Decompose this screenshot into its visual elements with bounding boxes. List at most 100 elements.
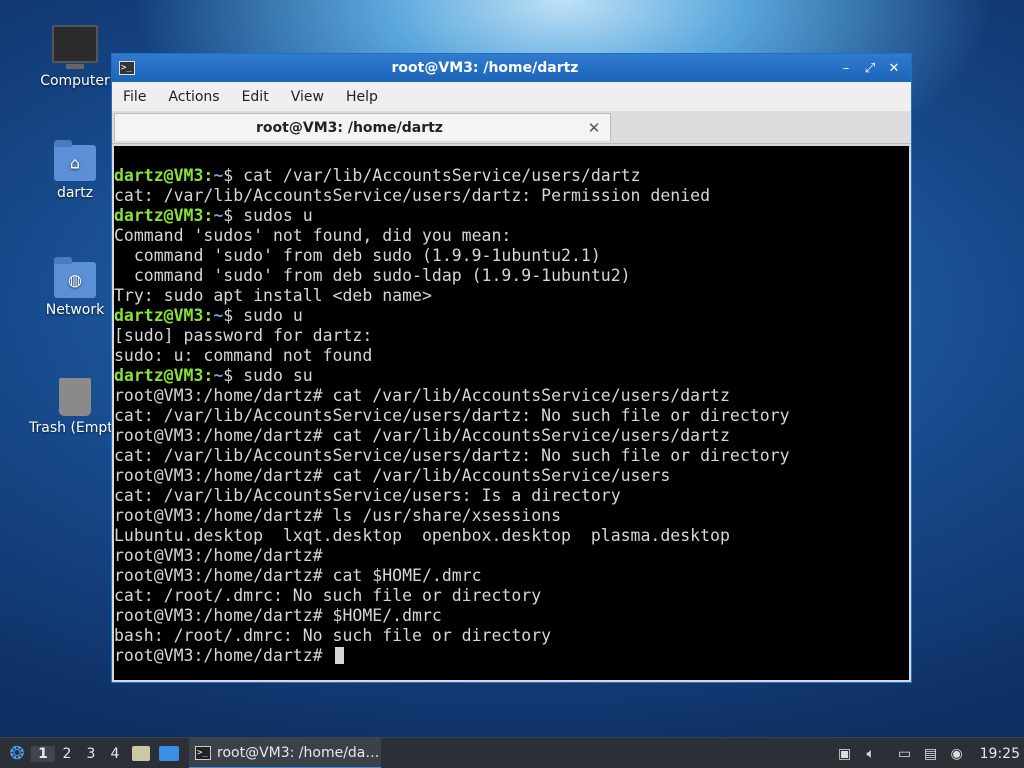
output-text: root@VM3:/home/dartz# cat /var/lib/Accou…	[114, 386, 730, 405]
close-button[interactable]: ✕	[883, 61, 905, 76]
terminal-line: Lubuntu.desktop lxqt.desktop openbox.des…	[114, 526, 909, 546]
menu-actions[interactable]: Actions	[157, 89, 230, 105]
prompt-user: dartz@VM3:	[114, 366, 214, 385]
output-text: cat: /var/lib/AccountsService/users: Is …	[114, 486, 621, 505]
file-manager-launcher[interactable]	[129, 742, 153, 766]
prompt-path: ~	[213, 306, 224, 325]
menu-view[interactable]: View	[280, 89, 335, 105]
menu-file[interactable]: File	[112, 89, 157, 105]
output-text: cat: /var/lib/AccountsService/users/dart…	[114, 186, 711, 205]
network-folder-icon: ◍	[54, 257, 96, 298]
terminal-line: root@VM3:/home/dartz# ls /usr/share/xses…	[114, 506, 909, 526]
maximize-button[interactable]: ⤢	[859, 61, 881, 76]
terminal-line: sudo: u: command not found	[114, 346, 909, 366]
show-desktop-button[interactable]	[157, 742, 181, 766]
lubuntu-logo-icon: ❂	[9, 743, 25, 764]
window-title: root@VM3: /home/dartz	[391, 60, 579, 76]
output-text: root@VM3:/home/dartz# $HOME/.dmrc	[114, 606, 442, 625]
menu-edit[interactable]: Edit	[231, 89, 280, 105]
output-text: root@VM3:/home/dartz# cat /var/lib/Accou…	[114, 466, 671, 485]
output-text: Lubuntu.desktop lxqt.desktop openbox.des…	[114, 526, 730, 545]
clock[interactable]: 19:25	[980, 746, 1020, 762]
terminal-line: cat: /var/lib/AccountsService/users/dart…	[114, 186, 909, 206]
start-menu-button[interactable]: ❂	[3, 740, 31, 768]
home-folder-icon: ⌂	[54, 140, 96, 181]
menu-bar: File Actions Edit View Help	[112, 82, 911, 111]
output-text: command 'sudo' from deb sudo-ldap (1.9.9…	[114, 266, 631, 285]
prompt-symbol: $	[223, 366, 244, 385]
output-text: bash: /root/.dmrc: No such file or direc…	[114, 626, 552, 645]
clipboard-icon[interactable]: ▣	[832, 746, 858, 762]
tab-label: root@VM3: /home/dartz	[256, 119, 443, 136]
terminal-window[interactable]: >_ root@VM3: /home/dartz – ⤢ ✕ File Acti…	[111, 53, 912, 683]
workspace-4[interactable]: 4	[103, 746, 127, 762]
terminal-task-icon: >_	[195, 745, 211, 760]
prompt-path: ~	[213, 206, 224, 225]
output-text: root@VM3:/home/dartz#	[114, 646, 333, 665]
terminal-line: cat: /var/lib/AccountsService/users/dart…	[114, 406, 909, 426]
tab-terminal[interactable]: root@VM3: /home/dartz ✕	[114, 113, 611, 141]
prompt-path: ~	[213, 366, 224, 385]
task-terminal[interactable]: >_ root@VM3: /home/da…	[189, 738, 381, 768]
output-text: root@VM3:/home/dartz# cat /var/lib/Accou…	[114, 426, 730, 445]
trash-icon	[59, 378, 91, 416]
computer-icon	[52, 25, 98, 69]
terminal-line: dartz@VM3:~$ sudos u	[114, 206, 909, 226]
minimize-button[interactable]: –	[835, 61, 857, 76]
workspace-1[interactable]: 1	[31, 745, 55, 762]
terminal-line: cat: /var/lib/AccountsService/users/dart…	[114, 446, 909, 466]
terminal-line: root@VM3:/home/dartz# $HOME/.dmrc	[114, 606, 909, 626]
updates-icon[interactable]: ◉	[944, 746, 970, 762]
workspace-3[interactable]: 3	[79, 746, 103, 762]
output-text: cat: /var/lib/AccountsService/users/dart…	[114, 446, 790, 465]
terminal-line: Try: sudo apt install <deb name>	[114, 286, 909, 306]
terminal-app-icon: >_	[119, 61, 135, 75]
output-text: Try: sudo apt install <deb name>	[114, 286, 432, 305]
terminal-line: command 'sudo' from deb sudo (1.9.9-1ubu…	[114, 246, 909, 266]
prompt-user: dartz@VM3:	[114, 166, 214, 185]
output-text: Command 'sudos' not found, did you mean:	[114, 226, 512, 245]
text-cursor	[334, 647, 344, 664]
terminal-line: Command 'sudos' not found, did you mean:	[114, 226, 909, 246]
terminal-line: root@VM3:/home/dartz# cat /var/lib/Accou…	[114, 386, 909, 406]
terminal-line: command 'sudo' from deb sudo-ldap (1.9.9…	[114, 266, 909, 286]
prompt-path: ~	[213, 166, 224, 185]
terminal-line: bash: /root/.dmrc: No such file or direc…	[114, 626, 909, 646]
terminal-line: root@VM3:/home/dartz# cat /var/lib/Accou…	[114, 466, 909, 486]
terminal-output[interactable]: dartz@VM3:~$ cat /var/lib/AccountsServic…	[114, 146, 909, 680]
prompt-user: dartz@VM3:	[114, 206, 214, 225]
file-manager-icon	[132, 746, 150, 761]
prompt-symbol: $	[223, 206, 244, 225]
menu-help[interactable]: Help	[335, 89, 389, 105]
output-text: root@VM3:/home/dartz#	[114, 546, 323, 565]
output-text: root@VM3:/home/dartz# cat $HOME/.dmrc	[114, 566, 482, 585]
command-text: cat /var/lib/AccountsService/users/dartz	[243, 166, 641, 185]
prompt-symbol: $	[223, 306, 244, 325]
terminal-line: root@VM3:/home/dartz# cat /var/lib/Accou…	[114, 426, 909, 446]
terminal-line: dartz@VM3:~$ cat /var/lib/AccountsServic…	[114, 166, 909, 186]
terminal-line: root@VM3:/home/dartz#	[114, 646, 909, 666]
show-desktop-icon	[159, 746, 179, 761]
output-text: command 'sudo' from deb sudo (1.9.9-1ubu…	[114, 246, 601, 265]
output-text: root@VM3:/home/dartz# ls /usr/share/xses…	[114, 506, 562, 525]
tab-close-icon[interactable]: ✕	[584, 119, 604, 137]
output-text: [sudo] password for dartz:	[114, 326, 373, 345]
terminal-line: dartz@VM3:~$ sudo u	[114, 306, 909, 326]
terminal-line: dartz@VM3:~$ sudo su	[114, 366, 909, 386]
task-label: root@VM3: /home/da…	[217, 744, 380, 761]
volume-icon[interactable]: 🔈︎	[858, 746, 884, 762]
prompt-user: dartz@VM3:	[114, 306, 214, 325]
notes-icon[interactable]: ▤	[918, 746, 944, 762]
network-status-icon[interactable]: ▭	[892, 746, 918, 762]
taskbar: ❂ 1 2 3 4 >_ root@VM3: /home/da… ▣ 🔈︎ ▭ …	[0, 737, 1024, 768]
output-text: cat: /var/lib/AccountsService/users/dart…	[114, 406, 790, 425]
window-titlebar[interactable]: >_ root@VM3: /home/dartz – ⤢ ✕	[112, 54, 911, 82]
terminal-line: cat: /root/.dmrc: No such file or direct…	[114, 586, 909, 606]
terminal-line: cat: /var/lib/AccountsService/users: Is …	[114, 486, 909, 506]
command-text: sudo u	[243, 306, 303, 325]
workspace-2[interactable]: 2	[55, 746, 79, 762]
terminal-line: root@VM3:/home/dartz#	[114, 546, 909, 566]
tab-bar: root@VM3: /home/dartz ✕	[112, 111, 911, 144]
terminal-line: root@VM3:/home/dartz# cat $HOME/.dmrc	[114, 566, 909, 586]
system-tray: ▣ 🔈︎ ▭ ▤ ◉ 19:25	[832, 746, 1024, 762]
